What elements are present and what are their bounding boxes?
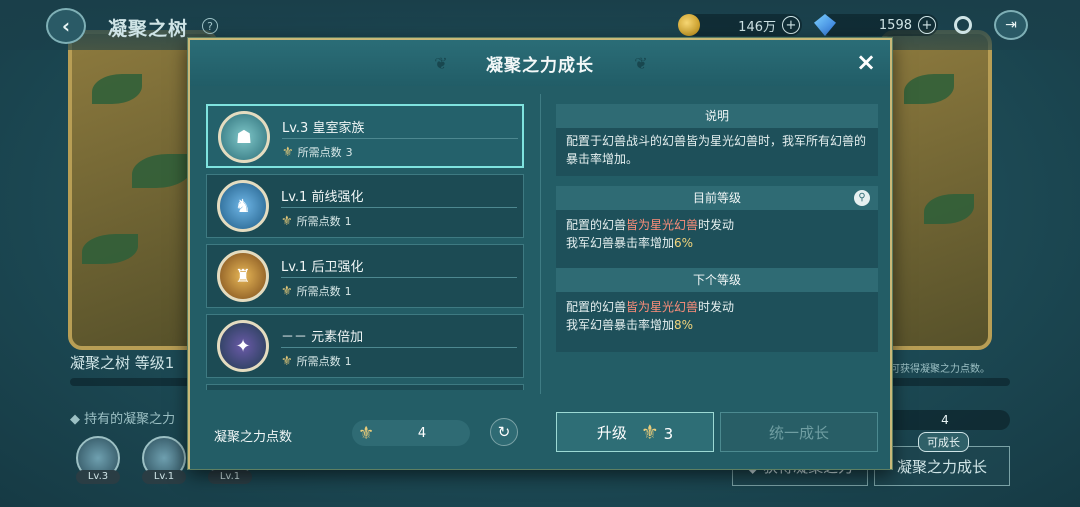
modal-body: ☗ Lv.3 皇室家族 ⚜ 所需点数 3 ♞ Lv.1 前线强化 ⚜ 所需点数 … bbox=[190, 86, 890, 469]
gem-counter: 1598 + bbox=[814, 14, 938, 36]
ornament-icon: ❦ bbox=[434, 54, 448, 73]
fleur-icon: ⚜ bbox=[358, 422, 375, 444]
royal-family-icon: ☗ bbox=[218, 111, 270, 163]
owned-level: Lv.1 bbox=[208, 470, 252, 484]
owned-label: ◆ 持有的凝聚之力 bbox=[70, 412, 176, 427]
exit-icon: ⇥ bbox=[1005, 17, 1017, 33]
next-level-header: 下个等级 bbox=[556, 268, 878, 292]
power-growth-button[interactable]: 凝聚之力成长 bbox=[874, 446, 1010, 486]
close-icon: × bbox=[855, 48, 877, 76]
growth-modal: ❦ 凝聚之力成长 ❦ × ☗ Lv.3 皇室家族 ⚜ 所需点数 3 ♞ Lv.1… bbox=[188, 38, 892, 469]
tree-level-label: 凝聚之树 等级1 bbox=[70, 354, 175, 372]
next-level-text: 配置的幻兽皆为星光幻兽时发动 我军幻兽暴击率增加8% bbox=[566, 300, 735, 332]
next-level-panel: 配置的幻兽皆为星光幻兽时发动 我军幻兽暴击率增加8% bbox=[556, 292, 878, 352]
front-line-icon: ♞ bbox=[217, 180, 269, 232]
ornament-icon: ❦ bbox=[634, 54, 648, 73]
fleur-icon: ⚜ bbox=[281, 283, 293, 299]
can-grow-badge: 可成长 bbox=[918, 432, 969, 452]
skill-cost: ⚜ 所需点数 1 bbox=[281, 353, 352, 369]
current-level-text: 配置的幻兽皆为星光幻兽时发动 我军幻兽暴击率增加6% bbox=[566, 218, 735, 250]
close-button[interactable]: × bbox=[854, 50, 878, 74]
skill-item-partial[interactable] bbox=[206, 384, 524, 390]
skill-name: －－ 元素倍加 bbox=[281, 330, 364, 345]
refresh-icon: ↻ bbox=[497, 423, 511, 441]
skill-list[interactable]: ☗ Lv.3 皇室家族 ⚜ 所需点数 3 ♞ Lv.1 前线强化 ⚜ 所需点数 … bbox=[204, 100, 528, 390]
page-title: 凝聚之树 bbox=[108, 18, 189, 40]
skill-cost: ⚜ 所需点数 1 bbox=[281, 213, 352, 229]
modal-footer: 凝聚之力点数 ⚜ 4 ↻ 升级 ⚜ 3 统一成长 bbox=[190, 402, 890, 469]
fleur-icon: ⚜ bbox=[281, 213, 293, 229]
description-panel: 配置于幻兽战斗的幻兽皆为星光幻兽时，我军所有幻兽的暴击率增加。 bbox=[556, 128, 878, 176]
description-text: 配置于幻兽战斗的幻兽皆为星光幻兽时，我军所有幻兽的暴击率增加。 bbox=[566, 134, 867, 166]
points-display: ⚜ 4 bbox=[352, 420, 470, 446]
skill-item-royal-family[interactable]: ☗ Lv.3 皇室家族 ⚜ 所需点数 3 bbox=[206, 104, 524, 168]
unify-growth-button[interactable]: 统一成长 bbox=[720, 412, 878, 452]
skill-cost: ⚜ 所需点数 1 bbox=[281, 283, 352, 299]
rear-guard-icon: ♜ bbox=[217, 250, 269, 302]
description-header: 说明 bbox=[556, 104, 878, 128]
skill-item-element-double[interactable]: ✦ －－ 元素倍加 ⚜ 所需点数 1 bbox=[206, 314, 524, 378]
element-icon: ✦ bbox=[217, 320, 269, 372]
refresh-button[interactable]: ↻ bbox=[490, 418, 518, 446]
owned-level: Lv.3 bbox=[76, 470, 120, 484]
modal-header: ❦ 凝聚之力成长 ❦ × bbox=[190, 40, 890, 86]
fleur-icon: ⚜ bbox=[281, 353, 293, 369]
upgrade-button[interactable]: 升级 ⚜ 3 bbox=[556, 412, 714, 452]
fleur-icon: ⚜ bbox=[282, 144, 294, 160]
settings-icon[interactable] bbox=[954, 16, 972, 34]
skill-item-front-line[interactable]: ♞ Lv.1 前线强化 ⚜ 所需点数 1 bbox=[206, 174, 524, 238]
point-count: 4 bbox=[880, 410, 1010, 430]
tree-book-right bbox=[880, 30, 992, 350]
points-label: 凝聚之力点数 bbox=[214, 430, 293, 445]
skill-item-rear-guard[interactable]: ♜ Lv.1 后卫强化 ⚜ 所需点数 1 bbox=[206, 244, 524, 308]
skill-name: Lv.1 前线强化 bbox=[281, 190, 364, 205]
column-divider bbox=[540, 94, 541, 394]
modal-title: 凝聚之力成长 bbox=[486, 55, 594, 76]
current-level-panel: 配置的幻兽皆为星光幻兽时发动 我军幻兽暴击率增加6% bbox=[556, 210, 878, 268]
skill-name: Lv.3 皇室家族 bbox=[282, 121, 365, 136]
help-icon[interactable]: ? bbox=[202, 18, 218, 34]
exit-button[interactable]: ⇥ bbox=[994, 10, 1028, 40]
fleur-icon: ⚜ bbox=[640, 420, 659, 444]
search-icon[interactable]: ⚲ bbox=[854, 190, 870, 206]
add-gems-button[interactable]: + bbox=[918, 16, 936, 34]
current-level-header: 目前等级 ⚲ bbox=[556, 186, 878, 210]
skill-cost: ⚜ 所需点数 3 bbox=[282, 144, 353, 160]
back-button[interactable]: ‹ bbox=[46, 8, 86, 44]
add-coins-button[interactable]: + bbox=[782, 16, 800, 34]
tree-note: 并可获得凝聚之力点数。 bbox=[880, 364, 990, 375]
skill-name: Lv.1 后卫强化 bbox=[281, 260, 364, 275]
back-arrow-icon: ‹ bbox=[61, 14, 71, 38]
coin-icon bbox=[678, 14, 700, 36]
coin-counter: 146万 + bbox=[678, 14, 802, 36]
owned-level: Lv.1 bbox=[142, 470, 186, 484]
